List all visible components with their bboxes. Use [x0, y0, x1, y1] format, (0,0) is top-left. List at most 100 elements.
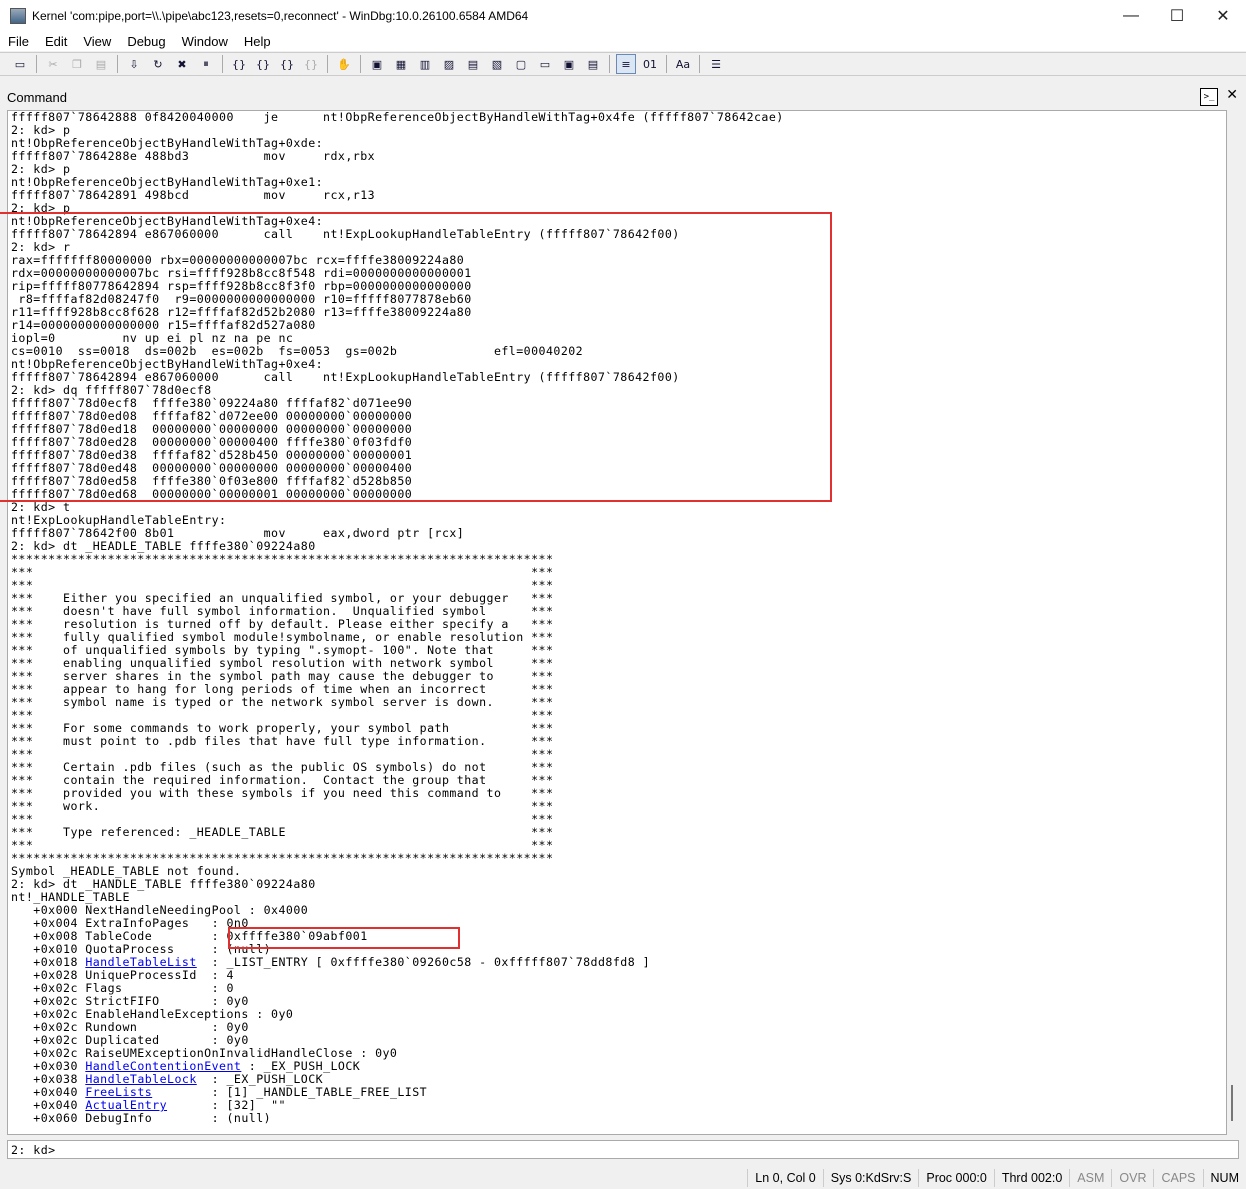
- command-window-icon[interactable]: ▣: [367, 54, 387, 74]
- field-row: +0x02c EnableHandleExceptions : 0y0: [11, 1007, 293, 1021]
- field-row-value: : [1] _HANDLE_TABLE_FREE_LIST: [152, 1085, 428, 1099]
- window-title: Kernel 'com:pipe,port=\\.\pipe\abc123,re…: [32, 8, 529, 23]
- command-window-header: Command >_ ✕: [0, 86, 1246, 108]
- toolbar-separator: [360, 55, 361, 73]
- memory-icon[interactable]: ▤: [463, 54, 483, 74]
- break-icon[interactable]: ⏸: [196, 54, 216, 74]
- field-row-prefix: +0x02c Rundown : 0y0: [11, 1020, 249, 1034]
- output-scrollbar[interactable]: [1227, 110, 1239, 1135]
- field-link-handletablelist[interactable]: HandleTableList: [85, 955, 196, 969]
- status-asm: ASM: [1069, 1168, 1111, 1187]
- handle-table-fields: +0x018 HandleTableList : _LIST_ENTRY [ 0…: [11, 955, 650, 1125]
- thread-icon[interactable]: ▤: [583, 54, 603, 74]
- step-over-icon[interactable]: {}: [253, 54, 273, 74]
- field-row: +0x02c Flags : 0: [11, 981, 234, 995]
- field-row: +0x02c RaiseUMExceptionOnInvalidHandleCl…: [11, 1046, 397, 1060]
- stop-icon[interactable]: ✖: [172, 54, 192, 74]
- watch-icon[interactable]: ▦: [391, 54, 411, 74]
- source-mode-icon[interactable]: ≡: [616, 54, 636, 74]
- menu-help[interactable]: Help: [236, 34, 279, 49]
- toolbar-separator: [327, 55, 328, 73]
- step-out-icon[interactable]: {}: [277, 54, 297, 74]
- field-row-prefix: +0x040: [11, 1085, 86, 1099]
- go-icon[interactable]: ⇩: [124, 54, 144, 74]
- field-row-value: : _EX_PUSH_LOCK: [196, 1072, 324, 1086]
- status-sys: Sys 0:KdSrv:S: [822, 1168, 919, 1187]
- field-row-prefix: +0x028 UniqueProcessId : 4: [11, 968, 234, 982]
- copy-icon[interactable]: ❐: [67, 54, 87, 74]
- font-icon[interactable]: Aa: [673, 54, 693, 74]
- open-icon[interactable]: ▭: [10, 54, 30, 74]
- scratch-pad-icon[interactable]: ▭: [535, 54, 555, 74]
- output-text-block: fffff807`78642888 0f8420040000 je nt!Obp…: [11, 110, 784, 956]
- field-link-actualentry[interactable]: ActualEntry: [85, 1098, 167, 1112]
- status-bar: Ln 0, Col 0 Sys 0:KdSrv:S Proc 000:0 Thr…: [0, 1166, 1246, 1189]
- field-row: +0x038 HandleTableLock : _EX_PUSH_LOCK: [11, 1072, 323, 1086]
- status-caps: CAPS: [1153, 1168, 1202, 1187]
- paste-icon[interactable]: ▤: [91, 54, 111, 74]
- scrollbar-thumb[interactable]: [1231, 1085, 1233, 1121]
- field-row: +0x030 HandleContentionEvent : _EX_PUSH_…: [11, 1059, 360, 1073]
- cut-icon[interactable]: ✂: [43, 54, 63, 74]
- field-row-value: : [32] "": [167, 1098, 286, 1112]
- toolbar-separator: [699, 55, 700, 73]
- status-num: NUM: [1202, 1168, 1246, 1187]
- menu-debug[interactable]: Debug: [119, 34, 173, 49]
- restart-icon[interactable]: ↻: [148, 54, 168, 74]
- command-input[interactable]: [55, 1142, 1238, 1157]
- field-row-prefix: +0x02c EnableHandleExceptions : 0y0: [11, 1007, 294, 1021]
- toolbar-separator: [222, 55, 223, 73]
- field-row-prefix: +0x018: [11, 955, 86, 969]
- toolbar-separator: [117, 55, 118, 73]
- command-output[interactable]: fffff807`78642888 0f8420040000 je nt!Obp…: [7, 110, 1227, 1135]
- field-link-handletablelock[interactable]: HandleTableLock: [85, 1072, 196, 1086]
- field-row-value: : _EX_PUSH_LOCK: [241, 1059, 361, 1073]
- field-link-freelists[interactable]: FreeLists: [85, 1085, 152, 1099]
- toolbar-separator: [666, 55, 667, 73]
- field-row-prefix: +0x038: [11, 1072, 86, 1086]
- field-row: +0x02c StrictFIFO : 0y0: [11, 994, 249, 1008]
- minimize-button[interactable]: —: [1108, 0, 1154, 31]
- process-icon[interactable]: ▣: [559, 54, 579, 74]
- status-thrd: Thrd 002:0: [993, 1168, 1069, 1187]
- command-output-text: fffff807`78642888 0f8420040000 je nt!Obp…: [8, 111, 1226, 1125]
- field-row-prefix: +0x02c Flags : 0: [11, 981, 234, 995]
- field-row-prefix: +0x060 DebugInfo : (null): [11, 1111, 272, 1125]
- disassembly-icon[interactable]: ▢: [511, 54, 531, 74]
- close-button[interactable]: ✕: [1200, 0, 1246, 31]
- menu-view[interactable]: View: [75, 34, 119, 49]
- field-row-prefix: +0x040: [11, 1098, 86, 1112]
- status-proc: Proc 000:0: [918, 1168, 993, 1187]
- field-row: +0x02c Rundown : 0y0: [11, 1020, 249, 1034]
- locals-icon[interactable]: ▥: [415, 54, 435, 74]
- maximize-button[interactable]: ☐: [1154, 0, 1200, 31]
- field-row-prefix: +0x030: [11, 1059, 86, 1073]
- field-row: +0x028 UniqueProcessId : 4: [11, 968, 234, 982]
- field-row: +0x02c Duplicated : 0y0: [11, 1033, 249, 1047]
- command-window-close-icon[interactable]: ✕: [1226, 86, 1238, 103]
- field-row: +0x060 DebugInfo : (null): [11, 1111, 271, 1125]
- hand-icon[interactable]: ✋: [334, 54, 354, 74]
- command-input-row: 2: kd>: [7, 1140, 1239, 1159]
- menu-edit[interactable]: Edit: [37, 34, 75, 49]
- field-row: +0x040 ActualEntry : [32] "": [11, 1098, 286, 1112]
- step-into-icon[interactable]: {}: [229, 54, 249, 74]
- status-ovr: OVR: [1111, 1168, 1153, 1187]
- run-to-cursor-icon[interactable]: {}: [301, 54, 321, 74]
- title-bar: Kernel 'com:pipe,port=\\.\pipe\abc123,re…: [0, 0, 1246, 31]
- toolbar: ▭ ✂ ❐ ▤ ⇩ ↻ ✖ ⏸ {} {} {} {} ✋ ▣ ▦ ▥ ▨ ▤ …: [0, 52, 1246, 76]
- field-row: +0x018 HandleTableList : _LIST_ENTRY [ 0…: [11, 955, 650, 969]
- field-row-value: : _LIST_ENTRY [ 0xffffe380`09260c58 - 0x…: [196, 955, 650, 969]
- menu-window[interactable]: Window: [174, 34, 236, 49]
- registers-icon[interactable]: ▨: [439, 54, 459, 74]
- command-prompt-icon[interactable]: >_: [1200, 88, 1218, 106]
- field-link-handlecontentionevent[interactable]: HandleContentionEvent: [85, 1059, 241, 1073]
- hex-mode-icon[interactable]: 01: [640, 54, 660, 74]
- windbg-app-icon: [10, 7, 26, 24]
- menu-file[interactable]: File: [0, 34, 37, 49]
- menu-bar: File Edit View Debug Window Help: [0, 31, 1246, 51]
- field-row-prefix: +0x02c Duplicated : 0y0: [11, 1033, 249, 1047]
- field-row-prefix: +0x02c RaiseUMExceptionOnInvalidHandleCl…: [11, 1046, 398, 1060]
- call-stack-icon[interactable]: ▧: [487, 54, 507, 74]
- options-icon[interactable]: ☰: [706, 54, 726, 74]
